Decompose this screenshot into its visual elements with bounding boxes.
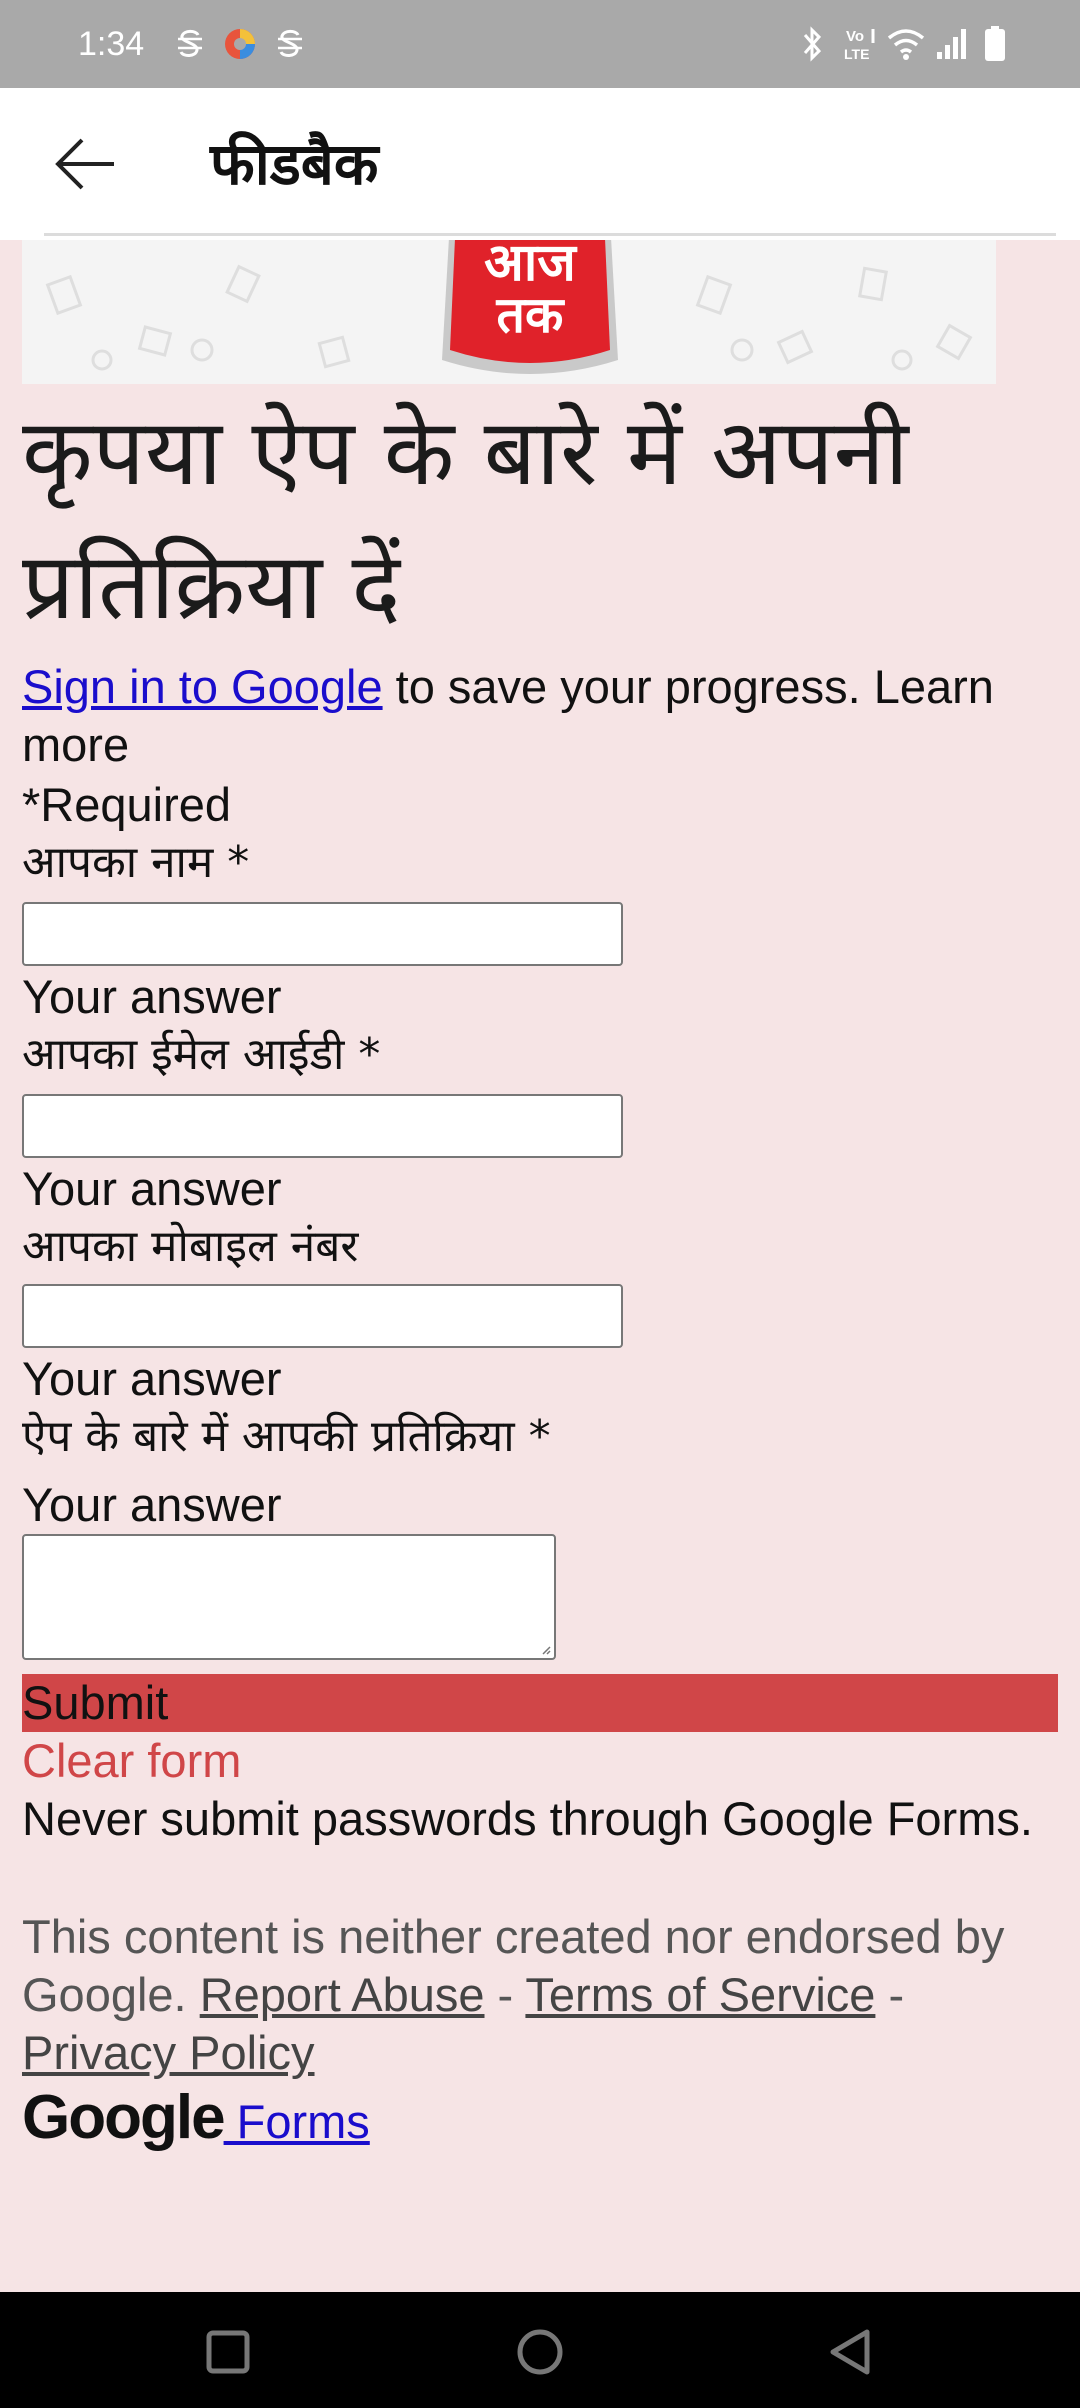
status-bar: 1:34 Vo LTE (0, 0, 1080, 88)
header-banner: आज तक (22, 240, 996, 384)
bluetooth-icon (792, 22, 832, 66)
wifi-icon (884, 22, 928, 66)
field-hint: Your answer (22, 970, 282, 1023)
field-hint: Your answer (22, 1352, 282, 1405)
back-triangle-icon[interactable] (820, 2322, 880, 2382)
clear-form-button[interactable]: Clear form (22, 1732, 241, 1790)
feedback-textarea[interactable] (22, 1534, 556, 1660)
form-page[interactable]: आज तक कृपया ऐप के बारे में अपनी प्रतिक्र… (0, 240, 1080, 2292)
home-circle-icon[interactable] (510, 2322, 570, 2382)
navigation-bar (0, 2292, 1080, 2408)
volte-bottom-text: LTE (844, 46, 869, 62)
field-label-email: आपका ईमेल आईडी * (22, 1029, 381, 1080)
logo-text-bottom: तक (496, 286, 566, 344)
terms-link[interactable]: Terms of Service (525, 1968, 875, 2021)
back-arrow-icon[interactable] (50, 128, 122, 200)
status-time: 1:34 (78, 25, 145, 63)
required-note: *Required (22, 778, 232, 831)
browser-icon (222, 22, 258, 66)
s-notification-icon (172, 22, 208, 66)
submit-button[interactable]: Submit (22, 1674, 1058, 1732)
sign-in-link[interactable]: Sign in to Google (22, 660, 383, 713)
field-hint: Your answer (22, 1478, 282, 1531)
s-notification-icon (272, 22, 308, 66)
separator: - (484, 1968, 526, 2021)
app-bar: फीडबैक (0, 88, 1080, 240)
privacy-link[interactable]: Privacy Policy (22, 2026, 315, 2079)
page-title: फीडबैक (210, 130, 379, 198)
form-heading: कृपया ऐप के बारे में अपनी प्रतिक्रिया दे… (22, 399, 909, 640)
field-hint: Your answer (22, 1162, 282, 1215)
field-label-mobile: आपका मोबाइल नंबर (22, 1221, 359, 1272)
recents-square-icon[interactable] (198, 2322, 258, 2382)
battery-icon (980, 22, 1010, 66)
password-warning: Never submit passwords through Google Fo… (22, 1792, 1033, 1845)
field-label-feedback: ऐप के बारे में आपकी प्रतिक्रिया * (22, 1411, 551, 1462)
field-label-name: आपका नाम * (22, 837, 250, 888)
sign-in-notice: Sign in to Google to save your progress.… (22, 658, 1062, 774)
resize-grip-icon[interactable] (541, 1645, 551, 1655)
volte-top-text: Vo (846, 28, 864, 45)
signal-icon (932, 22, 972, 66)
report-abuse-link[interactable]: Report Abuse (200, 1968, 485, 2021)
google-forms-footer: Google Forms (22, 2082, 370, 2158)
volte-icon: Vo LTE (842, 22, 882, 66)
appbar-divider (44, 233, 1056, 236)
separator: - (875, 1968, 905, 2021)
google-logo: Google (22, 2083, 226, 2152)
email-input[interactable] (22, 1094, 623, 1158)
aaj-tak-logo: आज तक (442, 240, 618, 374)
forms-link[interactable]: Forms (224, 2095, 370, 2148)
mobile-input[interactable] (22, 1284, 623, 1348)
disclaimer: This content is neither created nor endo… (22, 1908, 1062, 2082)
name-input[interactable] (22, 902, 623, 966)
